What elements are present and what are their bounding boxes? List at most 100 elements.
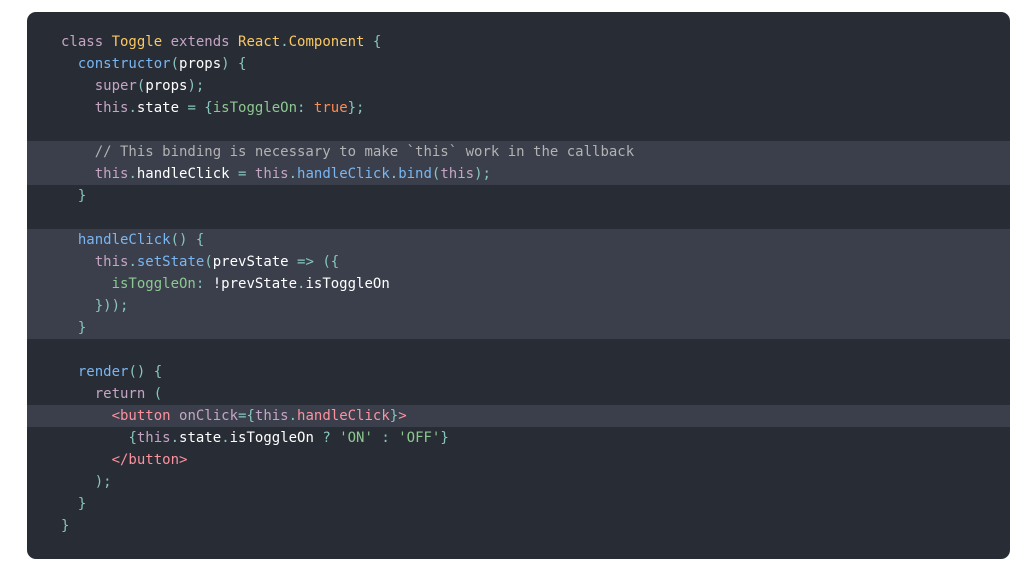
code-token: .: [280, 34, 289, 50]
code-token: Toggle: [111, 34, 171, 50]
code-token: .: [389, 166, 399, 182]
code-line: </button>: [27, 449, 1010, 471]
code-token: );: [94, 474, 112, 490]
code-token: // This binding is necessary to make `th…: [94, 144, 635, 160]
code-token: .: [128, 254, 137, 270]
code-token: .: [170, 430, 180, 446]
code-token: .: [288, 408, 298, 424]
code-line: }: [27, 515, 1010, 537]
code-token: (: [153, 386, 163, 402]
code-token: :: [372, 430, 399, 446]
code-token: bind: [398, 166, 432, 182]
code-token: );: [187, 78, 205, 94]
code-token: prevState: [212, 254, 298, 270]
code-token: >: [398, 408, 407, 424]
code-token: }: [440, 430, 449, 446]
code-token: true: [313, 100, 348, 116]
code-line: {this.state.isToggleOn ? 'ON' : 'OFF'}: [27, 427, 1010, 449]
code-token: constructor: [77, 56, 171, 72]
code-line: isToggleOn: !prevState.isToggleOn: [27, 273, 1010, 295]
code-token: render: [77, 364, 129, 380]
code-token: this: [94, 166, 129, 182]
code-token: .: [221, 430, 230, 446]
code-token: }: [389, 408, 399, 424]
code-line: this.state = {isToggleOn: true};: [27, 97, 1010, 119]
code-token: !prevState: [212, 276, 298, 292]
code-token: Component: [288, 34, 373, 50]
code-token: =: [238, 166, 255, 182]
code-token: props: [145, 78, 188, 94]
code-token: this: [136, 430, 171, 446]
code-token: => ({: [297, 254, 340, 270]
code-token: ?: [322, 430, 340, 446]
code-token: this: [440, 166, 475, 182]
code-token: <button: [111, 408, 180, 424]
code-token: .: [128, 166, 137, 182]
code-line: render() {: [27, 361, 1010, 383]
code-line: }: [27, 317, 1010, 339]
code-token: super: [94, 78, 137, 94]
code-token: () {: [170, 232, 205, 248]
code-token: class: [61, 34, 112, 50]
code-token: </button>: [111, 452, 188, 468]
code-token: extends: [170, 34, 239, 50]
code-line: <button onClick={this.handleClick}>: [27, 405, 1010, 427]
code-token: ) {: [221, 56, 247, 72]
code-token: handleClick: [297, 408, 390, 424]
code-token: this: [254, 408, 289, 424]
code-token: return: [94, 386, 154, 402]
code-token: isToggleOn: [229, 430, 323, 446]
code-token: isToggleOn: [305, 276, 390, 292]
code-token: this: [94, 100, 129, 116]
code-token: :: [195, 276, 213, 292]
code-token: .: [288, 166, 298, 182]
code-line: handleClick() {: [27, 229, 1010, 251]
code-token: handleClick: [136, 166, 239, 182]
code-token: setState: [136, 254, 205, 270]
code-block: class Toggle extends React.Component { c…: [27, 12, 1010, 559]
code-line: );: [27, 471, 1010, 493]
code-token: isToggleOn: [111, 276, 196, 292]
code-line: constructor(props) {: [27, 53, 1010, 75]
code-token: handleClick: [297, 166, 390, 182]
code-token: (: [204, 254, 213, 270]
code-token: (: [170, 56, 180, 72]
code-token: handleClick: [77, 232, 171, 248]
code-token: ={: [238, 408, 255, 424]
code-token: );: [474, 166, 491, 182]
code-token: () {: [128, 364, 163, 380]
code-token: onClick: [179, 408, 239, 424]
code-line: }));: [27, 295, 1010, 317]
code-token: {: [372, 34, 382, 50]
code-token: state: [136, 100, 188, 116]
code-token: props: [179, 56, 222, 72]
code-token: }: [61, 518, 70, 534]
code-line: // This binding is necessary to make `th…: [27, 141, 1010, 163]
code-line: this.handleClick = this.handleClick.bind…: [27, 163, 1010, 185]
code-token: 'OFF': [398, 430, 441, 446]
code-token: .: [128, 100, 137, 116]
code-line: return (: [27, 383, 1010, 405]
code-line: }: [27, 493, 1010, 515]
code-token: :: [297, 100, 314, 116]
code-token: state: [179, 430, 222, 446]
code-token: React: [238, 34, 281, 50]
code-token: }: [77, 188, 87, 204]
